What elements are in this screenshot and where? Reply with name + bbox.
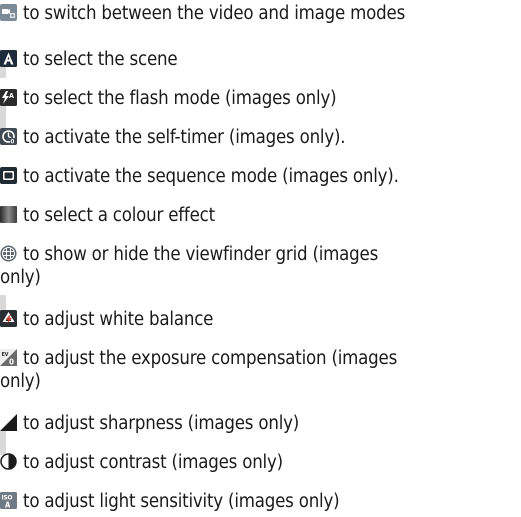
- list-item: to activate the sequence mode (images on…: [0, 165, 521, 188]
- list-item: 0 to activate the self-timer (images onl…: [0, 126, 521, 149]
- list-item-text: to switch between the video and image mo…: [23, 3, 406, 24]
- manual-page: to switch between the video and image mo…: [0, 0, 521, 517]
- list-item: to adjust white balance: [0, 308, 521, 331]
- list-item-text: to show or hide the viewfinder grid (ima…: [23, 244, 379, 265]
- list-item-text-continued: only): [0, 267, 41, 288]
- video-image-mode-icon: [0, 4, 17, 21]
- list-item: to select the scene: [0, 48, 521, 71]
- iso-light-sensitivity-icon: ISO A: [0, 492, 17, 509]
- sequence-mode-icon: [0, 167, 17, 184]
- list-item-text: to select the scene: [23, 49, 178, 70]
- list-item-text: to adjust sharpness (images only): [23, 413, 300, 434]
- list-item: ISO A to adjust light sensitivity (image…: [0, 490, 521, 513]
- list-item: to show or hide the viewfinder grid (ima…: [0, 243, 521, 289]
- list-item-text-continued: only): [0, 371, 41, 392]
- svg-text:A: A: [9, 92, 14, 100]
- contrast-icon: [0, 453, 17, 470]
- list-item: to switch between the video and image mo…: [0, 2, 521, 25]
- list-item-text: to adjust contrast (images only): [23, 452, 283, 473]
- list-item-text: to adjust the exposure compensation (ima…: [23, 348, 398, 369]
- scene-auto-icon: [0, 50, 17, 67]
- colour-effect-icon: [0, 206, 17, 223]
- svg-text:0: 0: [11, 139, 15, 146]
- svg-text:0: 0: [9, 358, 14, 367]
- self-timer-icon: 0: [0, 128, 17, 145]
- list-item-text: to activate the sequence mode (images on…: [23, 166, 399, 187]
- white-balance-icon: [0, 310, 17, 327]
- list-item-text: to activate the self-timer (images only)…: [23, 127, 346, 148]
- flash-auto-icon: A: [0, 89, 17, 106]
- list-item-text: to adjust light sensitivity (images only…: [23, 491, 340, 512]
- list-item-text: to select the flash mode (images only): [23, 88, 337, 109]
- list-item-text: to select a colour effect: [23, 205, 215, 226]
- list-item: to adjust sharpness (images only): [0, 412, 521, 435]
- viewfinder-grid-icon: [0, 245, 17, 262]
- sharpness-icon: [0, 414, 17, 431]
- list-item: to adjust contrast (images only): [0, 451, 521, 474]
- svg-text:EV: EV: [2, 352, 9, 358]
- list-item: to select a colour effect: [0, 204, 521, 227]
- exposure-compensation-icon: EV 0: [0, 349, 17, 366]
- list-item-text: to adjust white balance: [23, 309, 214, 330]
- list-item: A to select the flash mode (images only): [0, 87, 521, 110]
- list-item: EV 0 to adjust the exposure compensation…: [0, 347, 521, 393]
